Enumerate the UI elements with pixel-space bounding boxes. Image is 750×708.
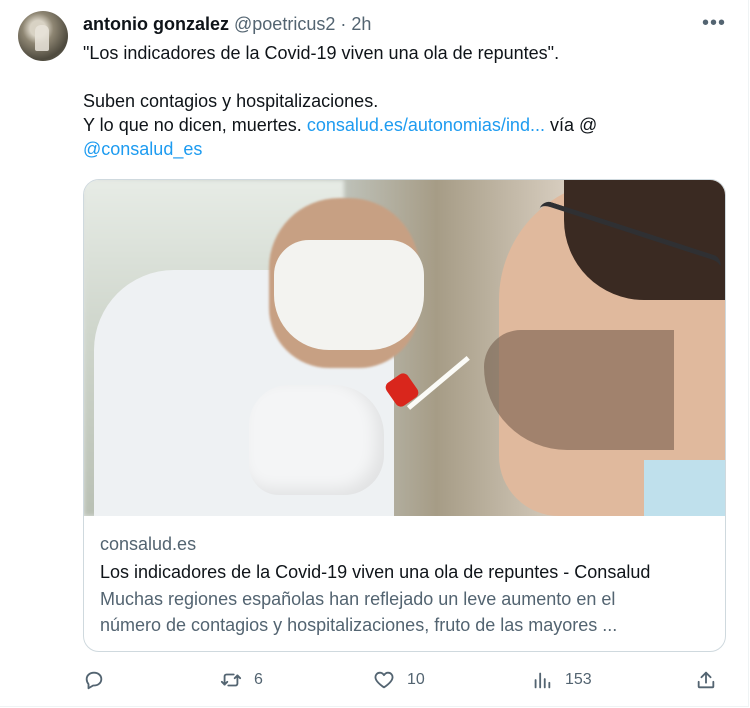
share-button[interactable] (695, 668, 717, 692)
like-count: 10 (407, 671, 425, 688)
action-bar: 6 10 153 (83, 668, 723, 692)
retweet-count: 6 (254, 671, 263, 688)
share-icon (697, 671, 715, 689)
article-link[interactable]: consalud.es/autonomias/ind... (307, 115, 545, 135)
card-description-line-2: número de contagios y hospitalizaciones,… (100, 615, 618, 635)
timestamp[interactable]: 2h (351, 14, 371, 34)
card-description-line-1: Muchas regiones españolas han reflejado … (100, 589, 616, 609)
reply-icon (85, 671, 103, 690)
avatar[interactable] (18, 11, 68, 61)
tweet-line-3-text: Y lo que no dicen, muertes. (83, 115, 307, 135)
card-title: Los indicadores de la Covid-19 viven una… (100, 562, 651, 582)
link-preview-card[interactable]: consalud.es Los indicadores de la Covid-… (83, 179, 726, 652)
card-meta: consalud.es Los indicadores de la Covid-… (100, 532, 710, 638)
retweet-icon (220, 673, 242, 687)
reply-button[interactable] (83, 668, 117, 692)
tweet-text: "Los indicadores de la Covid-19 viven un… (83, 41, 723, 161)
views-chart-icon (534, 672, 551, 689)
tweet-line-4: @consalud_es (83, 137, 723, 161)
mention-link[interactable]: @consalud_es (83, 139, 202, 159)
retweet-button[interactable]: 6 (220, 668, 263, 692)
tweet-line-2: Suben contagios y hospitalizaciones. (83, 91, 379, 111)
tweet-line-3: Y lo que no dicen, muertes. consalud.es/… (83, 113, 723, 137)
author-name[interactable]: antonio gonzalez (83, 14, 229, 34)
heart-icon (374, 671, 394, 689)
via-text: vía @ (544, 115, 598, 135)
card-image[interactable] (84, 180, 725, 516)
tweet-line-quote: "Los indicadores de la Covid-19 viven un… (83, 43, 560, 63)
views-button[interactable]: 153 (531, 668, 592, 692)
views-count: 153 (565, 671, 592, 688)
card-domain: consalud.es (100, 534, 197, 554)
separator-dot: · (340, 14, 347, 34)
like-button[interactable]: 10 (373, 668, 425, 692)
tweet[interactable]: antonio gonzalez @poetricus2 · 2h ••• "L… (0, 0, 749, 707)
tweet-header: antonio gonzalez @poetricus2 · 2h (83, 13, 371, 35)
author-handle[interactable]: @poetricus2 (234, 14, 335, 34)
more-options-icon[interactable]: ••• (702, 12, 726, 35)
